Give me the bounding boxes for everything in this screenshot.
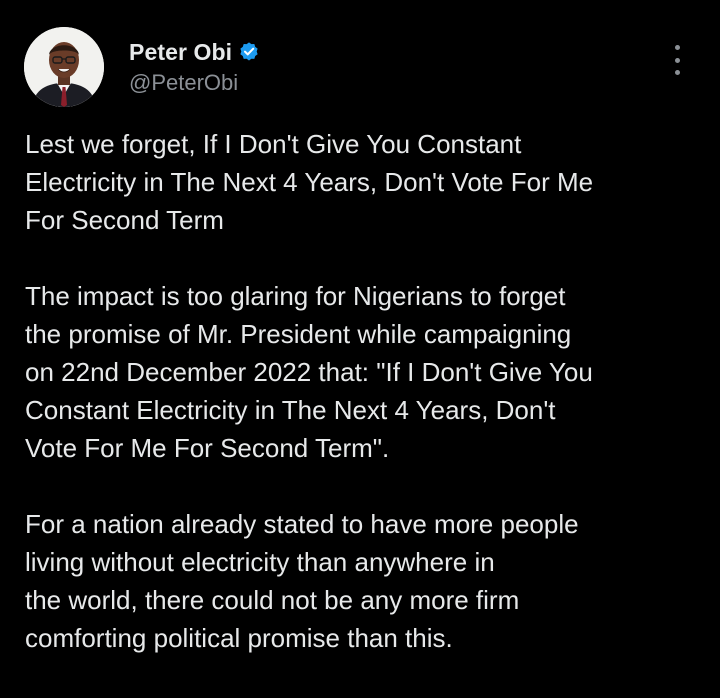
avatar-photo bbox=[24, 27, 104, 107]
tweet-paragraph: For a nation already stated to have more… bbox=[25, 509, 579, 653]
author-display-name[interactable]: Peter Obi bbox=[129, 39, 232, 66]
more-vertical-icon[interactable] bbox=[672, 45, 682, 75]
tweet-paragraph: The impact is too glaring for Nigerians … bbox=[25, 281, 593, 463]
more-dot bbox=[674, 70, 680, 75]
tweet-header: Peter Obi @PeterObi bbox=[24, 27, 696, 107]
name-row: Peter Obi bbox=[129, 36, 260, 68]
more-dot bbox=[674, 45, 680, 50]
avatar[interactable] bbox=[24, 27, 104, 107]
tweet-text: Lest we forget, If I Don't Give You Cons… bbox=[25, 125, 695, 695]
tweet-paragraph: Lest we forget, If I Don't Give You Cons… bbox=[25, 129, 594, 235]
more-dot bbox=[674, 57, 680, 63]
author-names: Peter Obi @PeterObi bbox=[129, 36, 260, 96]
tweet-card: Peter Obi @PeterObi Lest we forget, If I… bbox=[0, 0, 720, 698]
author-handle[interactable]: @PeterObi bbox=[129, 70, 260, 96]
verified-badge-icon bbox=[238, 41, 260, 63]
